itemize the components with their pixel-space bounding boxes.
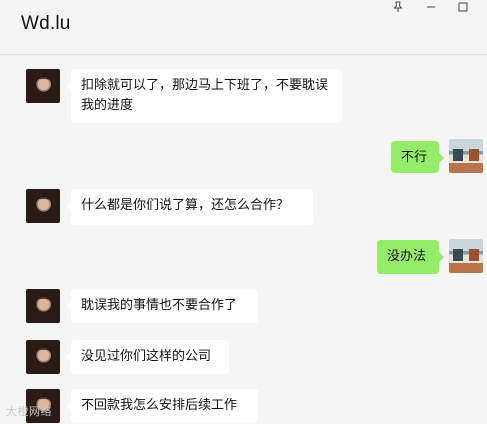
self-avatar[interactable]	[449, 239, 483, 273]
message-list[interactable]: 扣除就可以了，那边马上下班了，不要耽误我的进度 不行 什么都是你们说了算，还怎么…	[0, 55, 487, 424]
message-bubble-left[interactable]: 不回款我怎么安排后续工作	[66, 389, 258, 423]
chat-title: Wd.lu	[21, 13, 71, 34]
message-bubble-left[interactable]: 耽误我的事情也不要合作了	[66, 289, 258, 323]
contact-avatar[interactable]	[26, 340, 60, 374]
message-bubble-right[interactable]: 没办法	[377, 240, 444, 274]
minimize-icon[interactable]	[420, 0, 442, 14]
self-avatar[interactable]	[449, 139, 483, 173]
pin-icon[interactable]	[387, 0, 409, 14]
maximize-icon[interactable]	[452, 0, 474, 14]
chat-window: Wd.lu 扣除就可以了，那边马上下班了，不要耽误我的进度 不行 什么都是你们说…	[0, 0, 487, 424]
message-bubble-left[interactable]: 什么都是你们说了算，还怎么合作？	[66, 189, 313, 225]
message-bubble-left[interactable]: 扣除就可以了，那边马上下班了，不要耽误我的进度	[66, 69, 342, 123]
contact-avatar[interactable]	[26, 69, 60, 103]
chat-header: Wd.lu	[0, 0, 487, 55]
message-bubble-right[interactable]: 不行	[391, 141, 444, 173]
contact-avatar[interactable]	[26, 189, 60, 223]
message-bubble-left[interactable]: 没见过你们这样的公司	[66, 340, 229, 374]
watermark: 大橙网络	[6, 405, 52, 418]
contact-avatar[interactable]	[26, 289, 60, 323]
